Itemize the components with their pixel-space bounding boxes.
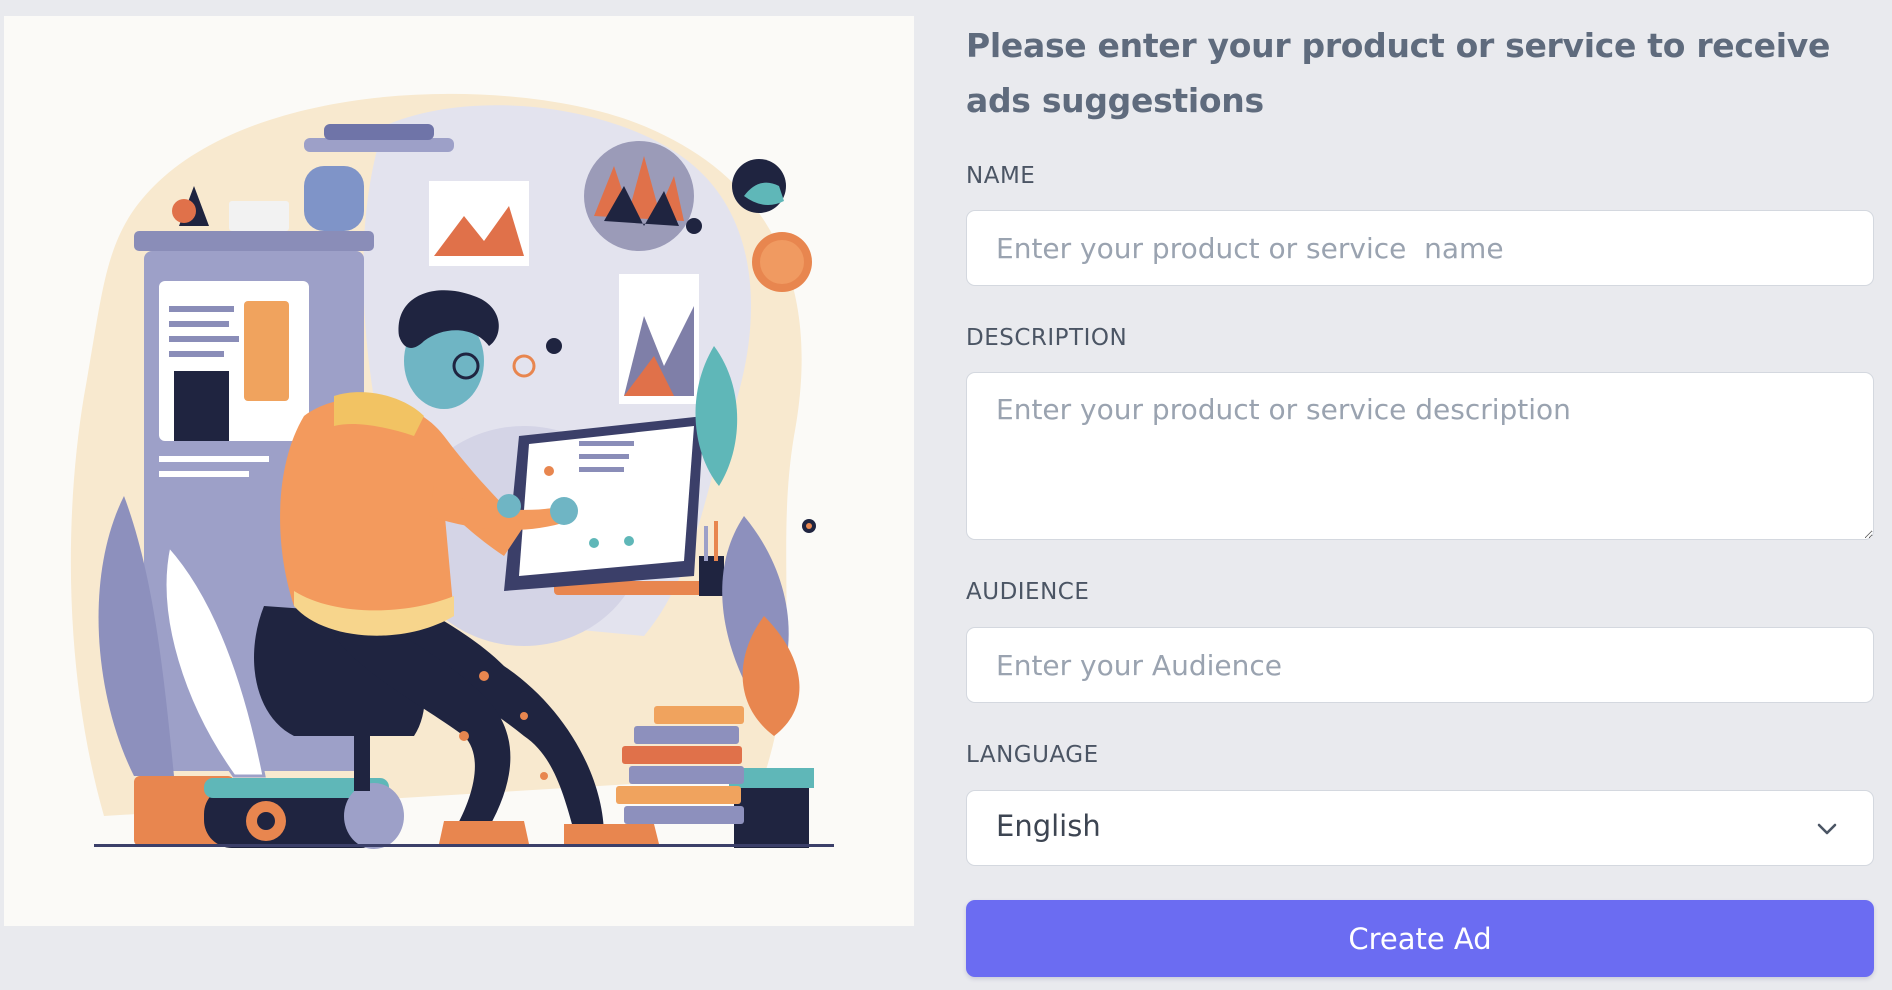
language-select[interactable]: English xyxy=(966,790,1874,866)
language-select-value: English xyxy=(996,809,1101,843)
person-drawing-illustration-image xyxy=(70,93,834,849)
name-input[interactable] xyxy=(966,210,1874,286)
audience-label: AUDIENCE xyxy=(966,579,1090,605)
hero-illustration xyxy=(4,16,914,926)
chevron-down-icon xyxy=(1817,823,1837,835)
audience-input[interactable] xyxy=(966,627,1874,703)
ad-form: Please enter your product or service to … xyxy=(966,0,1876,990)
create-ad-button[interactable]: Create Ad xyxy=(966,900,1874,977)
form-heading: Please enter your product or service to … xyxy=(966,26,1831,120)
name-label: NAME xyxy=(966,163,1036,189)
language-label: LANGUAGE xyxy=(966,742,1099,768)
page: Please enter your product or service to … xyxy=(0,0,1892,990)
description-label: DESCRIPTION xyxy=(966,325,1128,351)
description-input[interactable] xyxy=(966,372,1874,540)
